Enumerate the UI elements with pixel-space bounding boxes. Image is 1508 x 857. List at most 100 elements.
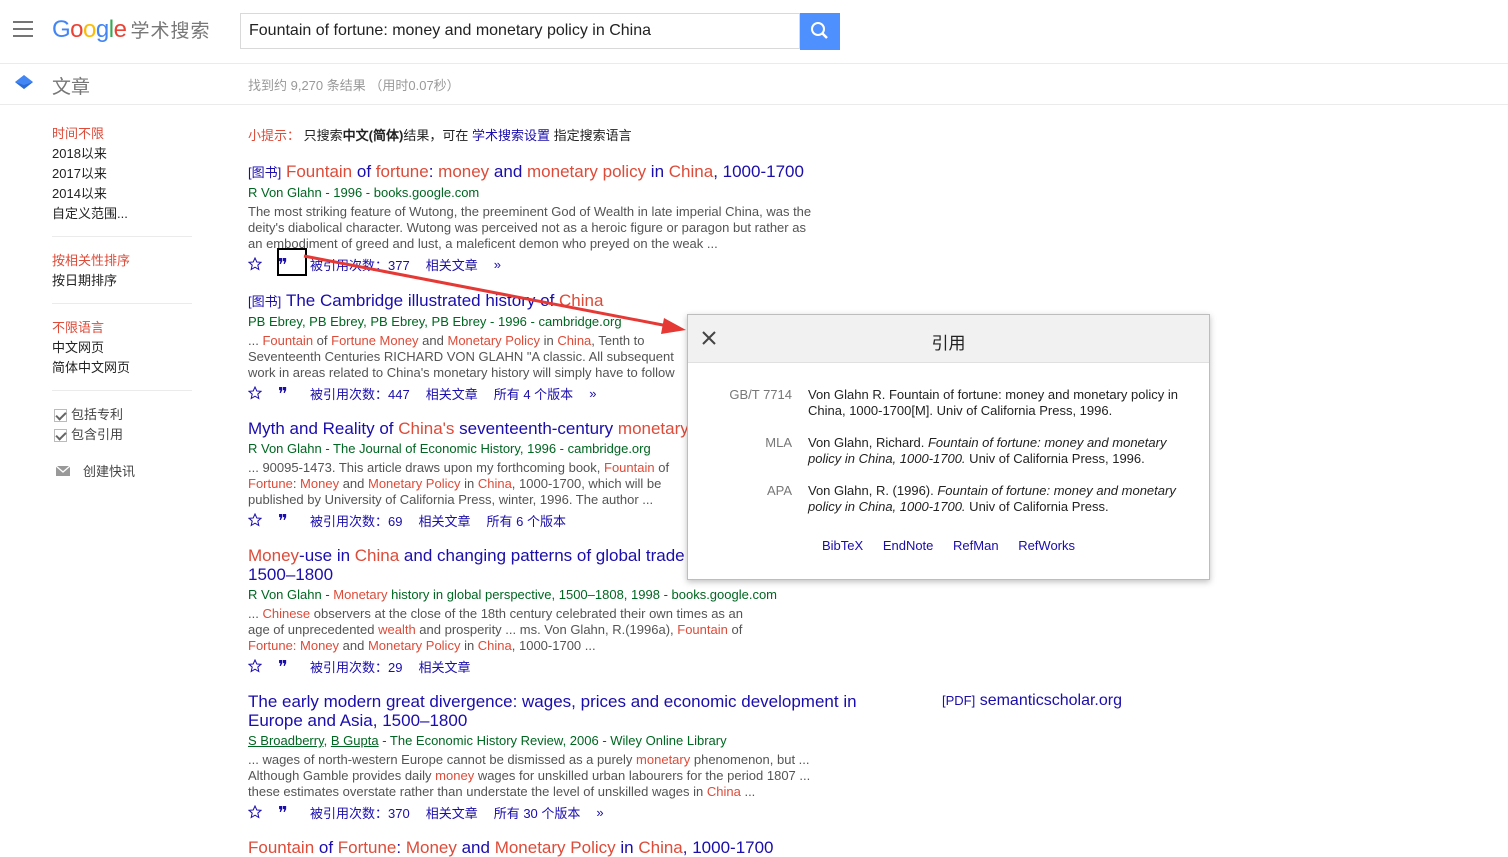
result-title[interactable]: [图书] Fountain of fortune: money and mone… [248,162,818,182]
save-star-icon[interactable] [248,513,262,527]
google-scholar-logo[interactable]: Google 学术搜索 [52,16,210,44]
menu-icon[interactable] [13,21,33,37]
author-link[interactable]: S Broadberry [248,733,324,748]
all-versions-link[interactable]: 所有 6 个版本 [486,511,565,530]
search-input[interactable]: Fountain of fortune: money and monetary … [240,13,800,49]
save-star-icon[interactable] [248,659,262,673]
author-source: history in global perspective, 1500–1808… [387,587,778,602]
search-button[interactable] [800,13,840,50]
subheader: 文章 找到约 9,270 条结果 （用时0.07秒） [0,63,1508,105]
scholar-settings-link[interactable]: 学术搜索设置 [472,128,550,143]
filter-simplified-chinese-pages[interactable]: 简体中文网页 [52,358,192,378]
result-title[interactable]: Myth and Reality of China's seventeenth-… [248,419,689,438]
citation-style-label: GB/T 7714 [729,387,792,402]
save-star-icon[interactable] [248,805,262,819]
filter-any-language[interactable]: 不限语言 [52,318,192,338]
result-snippet: ... Chinese observers at the close of th… [248,606,744,653]
related-articles-link[interactable]: 相关文章 [426,803,478,822]
export-bibtex-link[interactable]: BibTeX [822,538,863,553]
filter-since-2017[interactable]: 2017以来 [52,164,192,184]
all-versions-link[interactable]: 所有 30 个版本 [494,803,581,822]
related-articles-link[interactable]: 相关文章 [418,657,470,676]
result-source: - The Economic History Review, 2006 - Wi… [378,733,727,748]
related-articles-link[interactable]: 相关文章 [418,511,470,530]
citation-text[interactable]: Von Glahn R. Fountain of fortune: money … [808,387,1178,419]
more-chevron-icon[interactable]: » [589,386,596,401]
search-icon [811,22,828,39]
tip-text: 指定搜索语言 [553,128,632,143]
result-footer: ❞ 被引用次数：370 相关文章 所有 30 个版本 » [248,803,868,821]
result-title[interactable]: Fountain of Fortune: Money and Monetary … [248,838,774,857]
cited-by-link[interactable]: 被引用次数：447 [310,384,410,403]
cite-quote-icon[interactable]: ❞ [278,660,294,672]
result-snippet: ... 90095-1473. This article draws upon … [248,460,670,507]
all-versions-link[interactable]: 所有 4 个版本 [494,384,573,403]
result-snippet: ... Fountain of Fortune Money and Moneta… [248,333,675,380]
pdf-tag: [PDF] [942,693,976,708]
tip-text: 只搜索 [303,128,343,143]
checkbox-label: 包括专利 [71,407,124,422]
citation-part: Von Glahn, R. (1996). [808,483,938,498]
result-authors: R Von Glahn - Monetary history in global… [248,586,777,604]
result-authors: R Von Glahn - The Journal of Economic Hi… [248,441,651,456]
result-footer: ❞ 被引用次数：29 相关文章 [248,657,777,675]
articles-label[interactable]: 文章 [52,72,90,99]
save-star-icon[interactable] [248,386,262,400]
sidebar: 时间不限 2018以来 2017以来 2014以来 自定义范围... 按相关性排… [52,124,192,480]
author-source-highlight: Monetary [333,587,388,602]
filter-chinese-pages[interactable]: 中文网页 [52,338,192,358]
result-type-tag: [图书] [248,165,282,180]
citation-text[interactable]: Von Glahn, R. (1996). Fountain of fortun… [808,483,1178,515]
tip-label: 小提示： [248,128,301,143]
cited-by-link[interactable]: 被引用次数：377 [310,255,410,274]
related-articles-link[interactable]: 相关文章 [426,384,478,403]
result-item: Fountain of Fortune: Money and Monetary … [248,838,774,857]
result-title[interactable]: Money-use in China and changing patterns… [248,546,708,584]
result-footer: ❞ 被引用次数：377 相关文章 » [248,255,818,273]
result-title[interactable]: [图书] The Cambridge illustrated history o… [248,291,688,311]
annotation-highlight-box [277,248,307,276]
author-link[interactable]: B Gupta [331,733,379,748]
cite-quote-icon[interactable]: ❞ [278,387,294,399]
cited-by-link[interactable]: 被引用次数：29 [310,657,402,676]
result-item: Myth and Reality of China's seventeenth-… [248,419,689,529]
filter-since-2018[interactable]: 2018以来 [52,144,192,164]
pdf-link[interactable]: [PDF] semanticscholar.org [942,692,1122,710]
citation-part: Univ of California Press. [965,499,1109,514]
save-star-icon[interactable] [248,257,262,271]
citation-part: Von Glahn, Richard. [808,435,928,450]
cited-by-link[interactable]: 被引用次数：69 [310,511,402,530]
articles-icon[interactable] [14,73,34,93]
create-alert-button[interactable]: 创建快讯 [52,461,192,480]
divider [52,236,192,237]
search-tip: 小提示： 只搜索中文(简体)结果，可在 学术搜索设置 指定搜索语言 [248,125,632,144]
citation-text[interactable]: Von Glahn, Richard. Fountain of fortune:… [808,435,1178,467]
export-endnote-link[interactable]: EndNote [883,538,934,553]
cite-quote-icon[interactable]: ❞ [278,806,294,818]
cite-quote-icon[interactable]: ❞ [278,514,294,526]
related-articles-link[interactable]: 相关文章 [426,255,478,274]
pdf-site: semanticscholar.org [979,692,1122,709]
result-authors: PB Ebrey, PB Ebrey, PB Ebrey, PB Ebrey -… [248,314,622,329]
result-item: [图书] Fountain of fortune: money and mone… [248,162,818,273]
export-refworks-link[interactable]: RefWorks [1018,538,1075,553]
include-patents-checkbox[interactable]: 包括专利 [52,405,192,425]
sort-by-relevance[interactable]: 按相关性排序 [52,251,192,271]
sort-by-date[interactable]: 按日期排序 [52,271,192,291]
result-item: [图书] The Cambridge illustrated history o… [248,291,688,402]
citation-style-label: APA [766,483,792,498]
more-chevron-icon[interactable]: » [596,805,603,820]
include-citations-checkbox[interactable]: 包含引用 [52,425,192,445]
result-footer: ❞ 被引用次数：69 相关文章 所有 6 个版本 [248,511,689,529]
more-chevron-icon[interactable]: » [494,257,501,272]
divider [52,303,192,304]
filter-custom-range[interactable]: 自定义范围... [52,204,192,224]
export-refman-link[interactable]: RefMan [953,538,999,553]
citation-style-label: MLA [765,435,792,450]
result-title[interactable]: The early modern great divergence: wages… [248,692,868,730]
svg-text:❞: ❞ [278,660,288,672]
filter-since-2014[interactable]: 2014以来 [52,184,192,204]
author-name: R Von Glahn - [248,587,334,602]
filter-any-time[interactable]: 时间不限 [52,124,192,144]
cited-by-link[interactable]: 被引用次数：370 [310,803,410,822]
